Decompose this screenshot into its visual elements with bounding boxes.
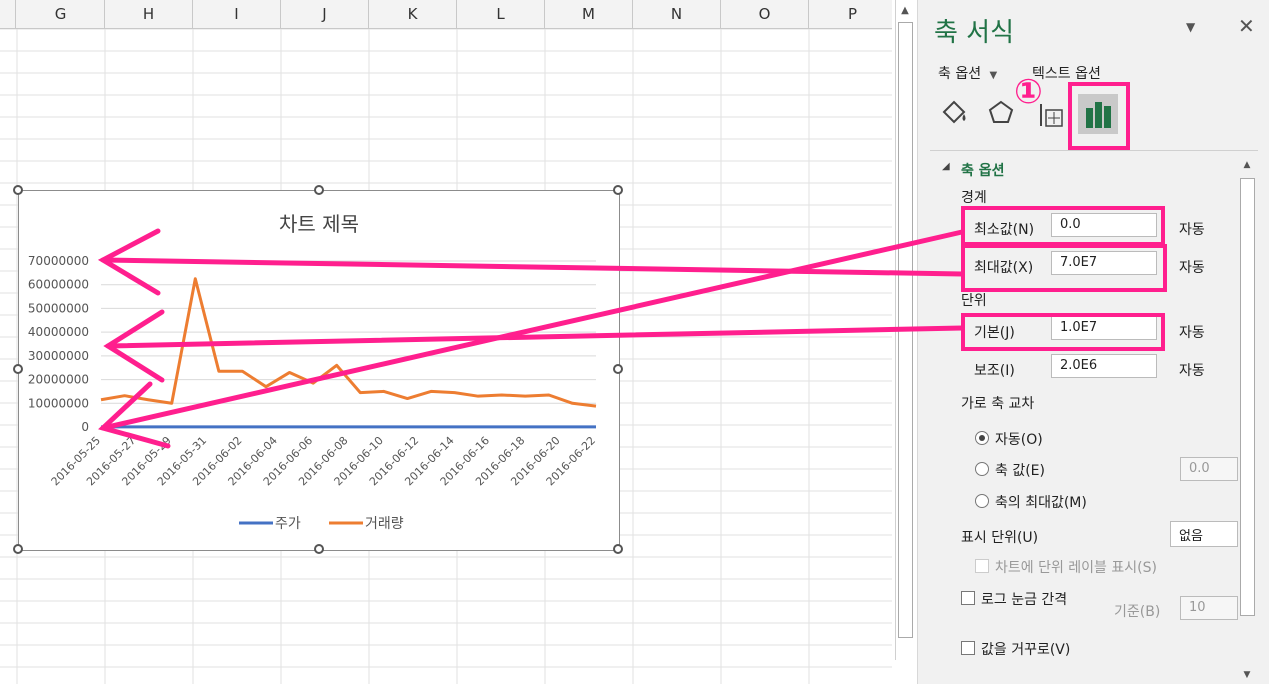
sheet-vertical-scrollbar[interactable]: ▲ <box>895 0 914 660</box>
minor-label: 보조(I) <box>974 363 1015 379</box>
y-tick-label: 50000000 <box>28 301 89 315</box>
y-tick-label: 70000000 <box>28 254 89 268</box>
units-label: 단위 <box>961 293 987 309</box>
format-axis-pane: 축 서식 ▼ ✕ 축 옵션 ▼ 텍스트 옵션 ① ◢ 축 옵션 경계 최소값(N… <box>917 0 1269 684</box>
log-scale-checkbox[interactable] <box>961 591 975 605</box>
column-header-P[interactable]: P <box>809 0 892 28</box>
y-tick-label: 60000000 <box>28 278 89 292</box>
pane-scroll-down-icon[interactable]: ▼ <box>1238 670 1256 680</box>
pane-scroll-thumb[interactable] <box>1240 178 1255 616</box>
column-header-N[interactable]: N <box>633 0 721 28</box>
y-tick-label: 10000000 <box>28 396 89 410</box>
radio-axis-value[interactable] <box>975 462 989 476</box>
resize-handle-br[interactable] <box>613 544 623 554</box>
collapse-triangle-icon[interactable]: ◢ <box>942 161 950 172</box>
y-tick-label: 30000000 <box>28 349 89 363</box>
minor-input[interactable]: 2.0E6 <box>1051 354 1157 378</box>
cross-label: 가로 축 교차 <box>961 396 1035 412</box>
pane-scrollbar[interactable]: ▲ ▼ <box>1238 158 1256 684</box>
log-scale-label: 로그 눈금 간격 <box>981 592 1068 608</box>
line-chart[interactable]: 차트 제목 0 10000000 20000000 30000000 40000000 50… <box>18 190 620 551</box>
column-header-K[interactable]: K <box>369 0 457 28</box>
pane-options-chevron-icon[interactable]: ▼ <box>1186 20 1195 34</box>
show-unit-label-checkbox[interactable] <box>975 559 989 573</box>
close-icon[interactable]: ✕ <box>1238 14 1255 38</box>
series-line-2[interactable] <box>100 277 597 408</box>
pane-divider <box>930 150 1258 151</box>
reverse-label: 값을 거꾸로(V) <box>981 642 1071 658</box>
axis-value-input[interactable]: 0.0 <box>1180 457 1238 481</box>
column-header-bar: GHIJKLMNOP <box>0 0 892 29</box>
resize-handle-tm[interactable] <box>314 185 324 195</box>
radio-auto[interactable] <box>975 431 989 445</box>
highlight-axis-options-icon <box>1068 82 1130 150</box>
chevron-down-icon: ▼ <box>989 70 998 81</box>
resize-handle-tr[interactable] <box>613 185 623 195</box>
display-units-select[interactable]: 없음 <box>1170 521 1238 547</box>
display-units-label: 표시 단위(U) <box>961 530 1039 546</box>
section-axis-options[interactable]: 축 옵션 <box>961 160 1005 180</box>
base-label: 기준(B) <box>1114 604 1161 620</box>
tab-axis-options[interactable]: 축 옵션 ▼ <box>938 63 997 83</box>
minor-auto-button[interactable]: 자동 <box>1179 360 1205 380</box>
highlight-max <box>961 244 1167 292</box>
highlight-min <box>961 206 1165 246</box>
column-header-G[interactable]: G <box>17 0 105 28</box>
tab-axis-options-label: 축 옵션 <box>938 66 982 82</box>
radio-axis-value-label: 축 값(E) <box>995 463 1045 479</box>
column-header-O[interactable]: O <box>721 0 809 28</box>
resize-handle-mr[interactable] <box>613 364 623 374</box>
y-tick-label: 40000000 <box>28 325 89 339</box>
resize-handle-ml[interactable] <box>13 364 23 374</box>
legend-label[interactable]: 거래량 <box>365 516 404 532</box>
reverse-checkbox[interactable] <box>961 641 975 655</box>
base-input[interactable]: 10 <box>1180 596 1238 620</box>
radio-axis-max[interactable] <box>975 494 989 508</box>
min-auto-button[interactable]: 자동 <box>1179 219 1205 239</box>
pane-title: 축 서식 <box>934 18 1015 48</box>
pane-scroll-up-icon[interactable]: ▲ <box>1238 160 1256 170</box>
radio-axis-max-label: 축의 최대값(M) <box>995 495 1087 511</box>
y-tick-label: 20000000 <box>28 373 89 387</box>
radio-auto-label: 자동(O) <box>995 432 1043 448</box>
show-unit-label-text: 차트에 단위 레이블 표시(S) <box>995 560 1157 576</box>
chart-title[interactable]: 차트 제목 <box>279 212 359 236</box>
resize-handle-bl[interactable] <box>13 544 23 554</box>
column-header-L[interactable]: L <box>457 0 545 28</box>
column-header-I[interactable]: I <box>193 0 281 28</box>
y-tick-label: 0 <box>81 420 89 434</box>
column-header-M[interactable]: M <box>545 0 633 28</box>
scroll-up-arrow-icon[interactable]: ▲ <box>896 2 914 20</box>
column-header-partial <box>0 0 16 28</box>
scroll-thumb[interactable] <box>898 22 913 638</box>
column-header-J[interactable]: J <box>281 0 369 28</box>
effects-pentagon-icon[interactable] <box>984 96 1018 132</box>
column-header-H[interactable]: H <box>105 0 193 28</box>
fill-line-icon[interactable] <box>938 96 972 132</box>
step-badge: ① <box>1014 72 1043 112</box>
bounds-label: 경계 <box>961 190 987 206</box>
legend-label[interactable]: 주가 <box>275 516 301 532</box>
highlight-major <box>961 313 1165 351</box>
resize-handle-bm[interactable] <box>314 544 324 554</box>
max-auto-button[interactable]: 자동 <box>1179 257 1205 277</box>
resize-handle-tl[interactable] <box>13 185 23 195</box>
major-auto-button[interactable]: 자동 <box>1179 322 1205 342</box>
chart-plot: 차트 제목 0 10000000 20000000 30000000 40000000 50… <box>28 212 598 532</box>
